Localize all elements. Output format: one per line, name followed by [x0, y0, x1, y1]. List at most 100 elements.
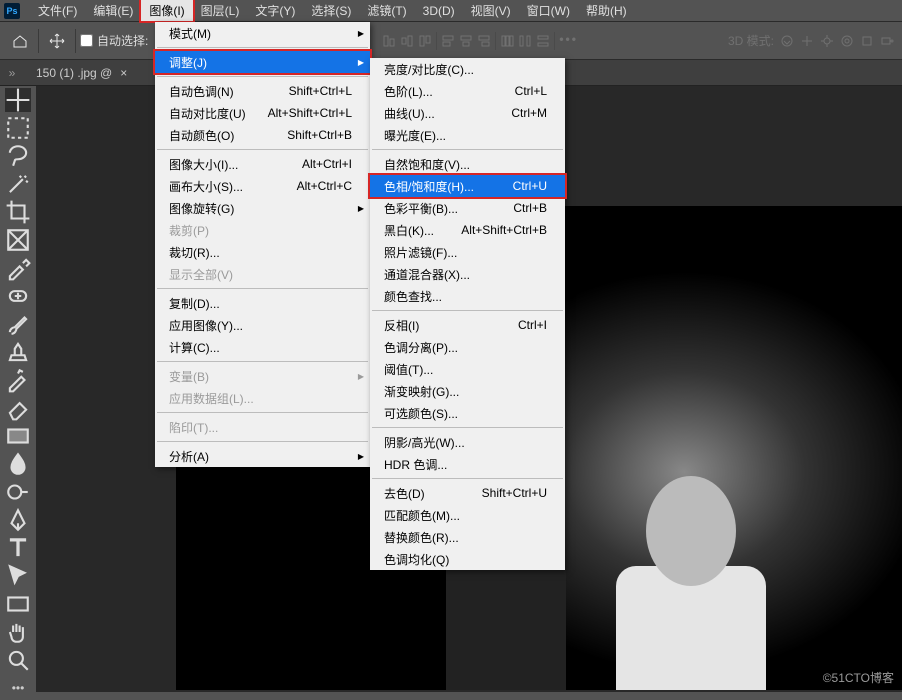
tool-rectangle[interactable] [5, 592, 31, 616]
menu-item-label: 照片滤镜(F)... [384, 244, 457, 261]
menu-image[interactable]: 图像(I) [141, 0, 192, 21]
menubar: Ps 文件(F) 编辑(E) 图像(I) 图层(L) 文字(Y) 选择(S) 滤… [0, 0, 902, 22]
menu-item-label: 色调分离(P)... [384, 339, 458, 356]
tool-history-brush[interactable] [5, 368, 31, 392]
tab-pin-icon[interactable]: » [0, 60, 24, 85]
menu-select[interactable]: 选择(S) [303, 0, 359, 21]
tool-move[interactable] [5, 88, 31, 112]
menu-help[interactable]: 帮助(H) [578, 0, 635, 21]
adjust-menu-item-24[interactable]: 替换颜色(R)... [370, 526, 565, 548]
menu-item-label: 曝光度(E)... [384, 127, 446, 144]
menu-item-label: 颜色查找... [384, 288, 442, 305]
menu-item-shortcut: Alt+Shift+Ctrl+B [461, 223, 547, 237]
tool-crop[interactable] [5, 200, 31, 224]
options-bar: 自动选择: ••• 3D 模式: [0, 22, 902, 60]
menu-item-shortcut: Shift+Ctrl+B [287, 128, 352, 142]
tool-zoom[interactable] [5, 648, 31, 672]
tool-more[interactable]: ••• [5, 676, 31, 700]
image-menu-item-9[interactable]: 画布大小(S)...Alt+Ctrl+C [155, 175, 370, 197]
tool-lasso[interactable] [5, 144, 31, 168]
image-menu-item-16[interactable]: 应用图像(Y)... [155, 314, 370, 336]
image-menu-item-4[interactable]: 自动色调(N)Shift+Ctrl+L [155, 80, 370, 102]
home-icon[interactable] [6, 27, 34, 55]
menu-item-shortcut: Ctrl+U [513, 179, 547, 193]
menu-filter[interactable]: 滤镜(T) [359, 0, 414, 21]
menu-separator [372, 427, 563, 428]
tool-clone-stamp[interactable] [5, 340, 31, 364]
adjust-menu-item-9[interactable]: 照片滤镜(F)... [370, 241, 565, 263]
adjust-menu-item-17[interactable]: 可选颜色(S)... [370, 402, 565, 424]
menu-window[interactable]: 窗口(W) [519, 0, 578, 21]
tool-path-selection[interactable] [5, 564, 31, 588]
image-menu-item-22: 陷印(T)... [155, 416, 370, 438]
menu-separator [157, 47, 368, 48]
image-menu-item-0[interactable]: 模式(M) [155, 22, 370, 44]
image-menu-item-17[interactable]: 计算(C)... [155, 336, 370, 358]
image-menu-item-11: 裁剪(P) [155, 219, 370, 241]
image-menu-item-24[interactable]: 分析(A) [155, 445, 370, 467]
image-menu-item-5[interactable]: 自动对比度(U)Alt+Shift+Ctrl+L [155, 102, 370, 124]
image-menu-item-8[interactable]: 图像大小(I)...Alt+Ctrl+I [155, 153, 370, 175]
menu-separator [372, 310, 563, 311]
close-tab-icon[interactable]: × [120, 66, 127, 80]
adjust-menu-item-1[interactable]: 色阶(L)...Ctrl+L [370, 80, 565, 102]
adjust-menu-item-6[interactable]: 色相/饱和度(H)...Ctrl+U [370, 175, 565, 197]
move-tool-icon[interactable] [43, 27, 71, 55]
menu-item-shortcut: Shift+Ctrl+U [482, 486, 547, 500]
menu-edit[interactable]: 编辑(E) [85, 0, 141, 21]
menu-separator [372, 478, 563, 479]
tool-dodge[interactable] [5, 480, 31, 504]
tool-eraser[interactable] [5, 396, 31, 420]
menu-item-label: 变量(B) [169, 368, 209, 385]
separator [38, 29, 39, 53]
tool-frame[interactable] [5, 228, 31, 252]
adjust-menu-item-20[interactable]: HDR 色调... [370, 453, 565, 475]
adjust-menu-item-16[interactable]: 渐变映射(G)... [370, 380, 565, 402]
menu-type[interactable]: 文字(Y) [247, 0, 303, 21]
menu-3d[interactable]: 3D(D) [415, 2, 463, 20]
tool-marquee[interactable] [5, 116, 31, 140]
menu-item-label: 阴影/高光(W)... [384, 434, 465, 451]
adjust-menu-item-25[interactable]: 色调均化(Q) [370, 548, 565, 570]
tool-healing[interactable] [5, 284, 31, 308]
separator [75, 29, 76, 53]
menu-item-label: 自动对比度(U) [169, 105, 246, 122]
document-tab[interactable]: 150 (1) .jpg @ × [24, 60, 139, 85]
adjust-menu-item-15[interactable]: 阈值(T)... [370, 358, 565, 380]
tool-pen[interactable] [5, 508, 31, 532]
mode-3d-label: 3D 模式: [728, 32, 774, 49]
adjust-menu-item-5[interactable]: 自然饱和度(V)... [370, 153, 565, 175]
image-menu-item-10[interactable]: 图像旋转(G) [155, 197, 370, 219]
adjust-menu-item-2[interactable]: 曲线(U)...Ctrl+M [370, 102, 565, 124]
tool-brush[interactable] [5, 312, 31, 336]
toolbox: ••• [0, 86, 36, 700]
menu-item-label: 分析(A) [169, 448, 209, 465]
adjust-menu-item-13[interactable]: 反相(I)Ctrl+I [370, 314, 565, 336]
tool-type[interactable] [5, 536, 31, 560]
tool-magic-wand[interactable] [5, 172, 31, 196]
image-menu-item-12[interactable]: 裁切(R)... [155, 241, 370, 263]
image-menu-item-2[interactable]: 调整(J) [155, 51, 370, 73]
tool-eyedropper[interactable] [5, 256, 31, 280]
tool-blur[interactable] [5, 452, 31, 476]
adjust-menu-item-11[interactable]: 颜色查找... [370, 285, 565, 307]
tool-gradient[interactable] [5, 424, 31, 448]
adjust-menu-item-7[interactable]: 色彩平衡(B)...Ctrl+B [370, 197, 565, 219]
document-tab-title: 150 (1) .jpg @ [36, 66, 112, 80]
menu-layer[interactable]: 图层(L) [193, 0, 248, 21]
tool-hand[interactable] [5, 620, 31, 644]
image-menu-item-15[interactable]: 复制(D)... [155, 292, 370, 314]
image-menu-item-6[interactable]: 自动颜色(O)Shift+Ctrl+B [155, 124, 370, 146]
adjust-menu-item-19[interactable]: 阴影/高光(W)... [370, 431, 565, 453]
adjust-menu-item-10[interactable]: 通道混合器(X)... [370, 263, 565, 285]
menu-file[interactable]: 文件(F) [30, 0, 85, 21]
adjust-menu-item-22[interactable]: 去色(D)Shift+Ctrl+U [370, 482, 565, 504]
menu-item-label: 裁切(R)... [169, 244, 220, 261]
adjust-menu-item-14[interactable]: 色调分离(P)... [370, 336, 565, 358]
adjust-menu-item-3[interactable]: 曝光度(E)... [370, 124, 565, 146]
auto-select-checkbox[interactable]: 自动选择: [80, 32, 148, 49]
adjust-menu-item-23[interactable]: 匹配颜色(M)... [370, 504, 565, 526]
adjust-menu-item-8[interactable]: 黑白(K)...Alt+Shift+Ctrl+B [370, 219, 565, 241]
menu-view[interactable]: 视图(V) [463, 0, 519, 21]
adjust-menu-item-0[interactable]: 亮度/对比度(C)... [370, 58, 565, 80]
